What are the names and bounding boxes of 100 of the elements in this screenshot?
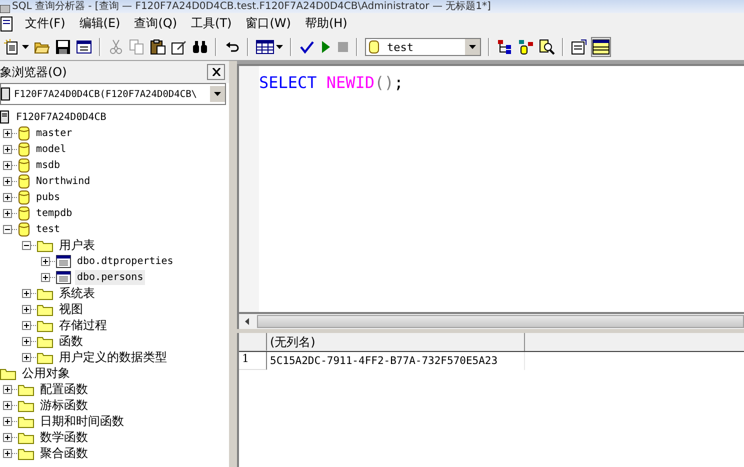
caret-icon[interactable] xyxy=(276,45,283,49)
expand-icon[interactable] xyxy=(22,352,31,362)
tree-item[interactable]: 数学函数 xyxy=(38,430,90,444)
folder-icon xyxy=(37,350,53,364)
tree-item[interactable]: pubs xyxy=(34,190,62,204)
expand-icon[interactable] xyxy=(3,160,12,170)
close-button[interactable] xyxy=(207,64,225,80)
document-icon[interactable] xyxy=(0,16,14,32)
caret-icon[interactable] xyxy=(22,45,29,49)
tree-item[interactable]: 系统表 xyxy=(57,286,97,300)
tree-item[interactable]: dbo.dtproperties xyxy=(75,254,176,268)
database-select[interactable]: test xyxy=(365,38,481,56)
tree-item[interactable]: model xyxy=(34,142,68,156)
database-icon xyxy=(18,174,30,188)
tree-item[interactable]: 函数 xyxy=(57,334,85,348)
expand-icon[interactable] xyxy=(3,432,12,442)
expand-icon[interactable] xyxy=(41,256,50,266)
folder-icon xyxy=(18,446,34,460)
folder-icon xyxy=(0,366,16,380)
expand-icon[interactable] xyxy=(3,176,12,186)
tree-item[interactable]: Northwind xyxy=(34,174,92,188)
caret-icon xyxy=(469,45,476,49)
tree-item[interactable]: 视图 xyxy=(57,302,85,316)
script-window-icon[interactable] xyxy=(76,39,92,55)
hierarchy-icon[interactable] xyxy=(497,39,513,55)
collapse-icon[interactable] xyxy=(3,224,12,234)
results-pane-icon[interactable] xyxy=(592,38,610,56)
server-icon xyxy=(1,87,11,101)
folder-icon xyxy=(37,286,53,300)
database-icon xyxy=(18,222,30,236)
database-icon xyxy=(18,158,30,172)
collapse-icon[interactable] xyxy=(22,240,31,250)
expand-icon[interactable] xyxy=(3,128,12,138)
menu-item[interactable]: 工具(T) xyxy=(184,15,239,32)
folder-icon xyxy=(18,398,34,412)
folder-icon xyxy=(18,414,34,428)
menu-item[interactable]: 编辑(E) xyxy=(72,15,128,32)
menu-item[interactable]: 查询(Q) xyxy=(127,15,184,32)
folder-icon xyxy=(37,318,53,332)
run-icon[interactable] xyxy=(320,40,332,54)
folder-icon xyxy=(37,302,53,316)
caret-icon xyxy=(214,92,221,96)
expand-icon[interactable] xyxy=(3,448,12,458)
expand-icon[interactable] xyxy=(3,144,12,154)
menu-item[interactable]: 文件(F) xyxy=(18,15,72,32)
database-objects-icon[interactable] xyxy=(518,39,534,55)
grid-icon[interactable] xyxy=(256,40,274,54)
table-icon xyxy=(56,254,71,268)
expand-icon[interactable] xyxy=(3,384,12,394)
expand-icon[interactable] xyxy=(3,192,12,202)
tree-item[interactable]: test xyxy=(34,222,62,236)
folder-icon xyxy=(37,334,53,348)
database-icon xyxy=(18,142,30,156)
window-title: SQL 查询分析器 - [查询 — F120F7A24D0D4CB.test.F120F7A24D0D4CB\Administrator — 无标题1*] xyxy=(12,0,491,13)
horizontal-scrollbar[interactable] xyxy=(237,314,744,329)
tree-item[interactable]: dbo.persons xyxy=(75,270,146,284)
query-editor[interactable]: SELECT NEWID(); xyxy=(237,64,744,314)
folder-icon xyxy=(37,238,53,252)
undo-icon[interactable] xyxy=(224,39,240,55)
menu-item[interactable]: 窗口(W) xyxy=(238,15,298,32)
save-icon[interactable] xyxy=(55,39,71,55)
search-icon[interactable] xyxy=(539,39,555,55)
expand-icon[interactable] xyxy=(22,336,31,346)
check-icon[interactable] xyxy=(299,39,315,55)
paste-icon[interactable] xyxy=(150,39,166,55)
menu-item[interactable]: 帮助(H) xyxy=(298,15,354,32)
tree-item[interactable]: 配置函数 xyxy=(38,382,90,396)
expand-icon[interactable] xyxy=(3,416,12,426)
database-icon xyxy=(18,126,30,140)
table-cell: 5C15A2DC-7911-4FF2-B77A-732F570E5A23 xyxy=(267,352,525,370)
panel-title: 象浏览器(O) xyxy=(0,64,67,80)
tree-item[interactable]: 用户定义的数据类型 xyxy=(57,350,169,364)
server-select[interactable]: F120F7A24D0D4CB(F120F7A24D0D4CB\ xyxy=(0,83,226,105)
expand-icon[interactable] xyxy=(22,304,31,314)
tree-item[interactable]: 聚合函数 xyxy=(38,446,90,460)
expand-icon[interactable] xyxy=(3,208,12,218)
tree-item[interactable]: 公用对象 xyxy=(20,366,72,380)
table-icon xyxy=(56,270,71,284)
edit-icon[interactable] xyxy=(171,39,187,55)
tree-item[interactable]: 日期和时间函数 xyxy=(38,414,126,428)
expand-icon[interactable] xyxy=(22,320,31,330)
tree-item[interactable]: msdb xyxy=(34,158,62,172)
server-icon xyxy=(0,110,10,124)
expand-icon[interactable] xyxy=(41,272,50,282)
tree-item[interactable]: 用户表 xyxy=(57,238,97,252)
binoculars-icon[interactable] xyxy=(192,39,208,55)
new-query-icon[interactable] xyxy=(4,39,20,55)
database-icon xyxy=(369,40,379,54)
tree-item[interactable]: master xyxy=(34,126,74,140)
cut-icon[interactable] xyxy=(108,39,124,55)
properties-icon[interactable] xyxy=(571,39,587,55)
tree-item[interactable]: F120F7A24D0D4CB xyxy=(14,110,108,124)
copy-icon[interactable] xyxy=(129,39,145,55)
expand-icon[interactable] xyxy=(22,288,31,298)
tree-item[interactable]: 存储过程 xyxy=(57,318,109,332)
tree-item[interactable]: 游标函数 xyxy=(38,398,90,412)
expand-icon[interactable] xyxy=(3,400,12,410)
folder-icon xyxy=(18,382,34,396)
left-arrow-icon[interactable] xyxy=(244,318,248,325)
tree-item[interactable]: tempdb xyxy=(34,206,74,220)
